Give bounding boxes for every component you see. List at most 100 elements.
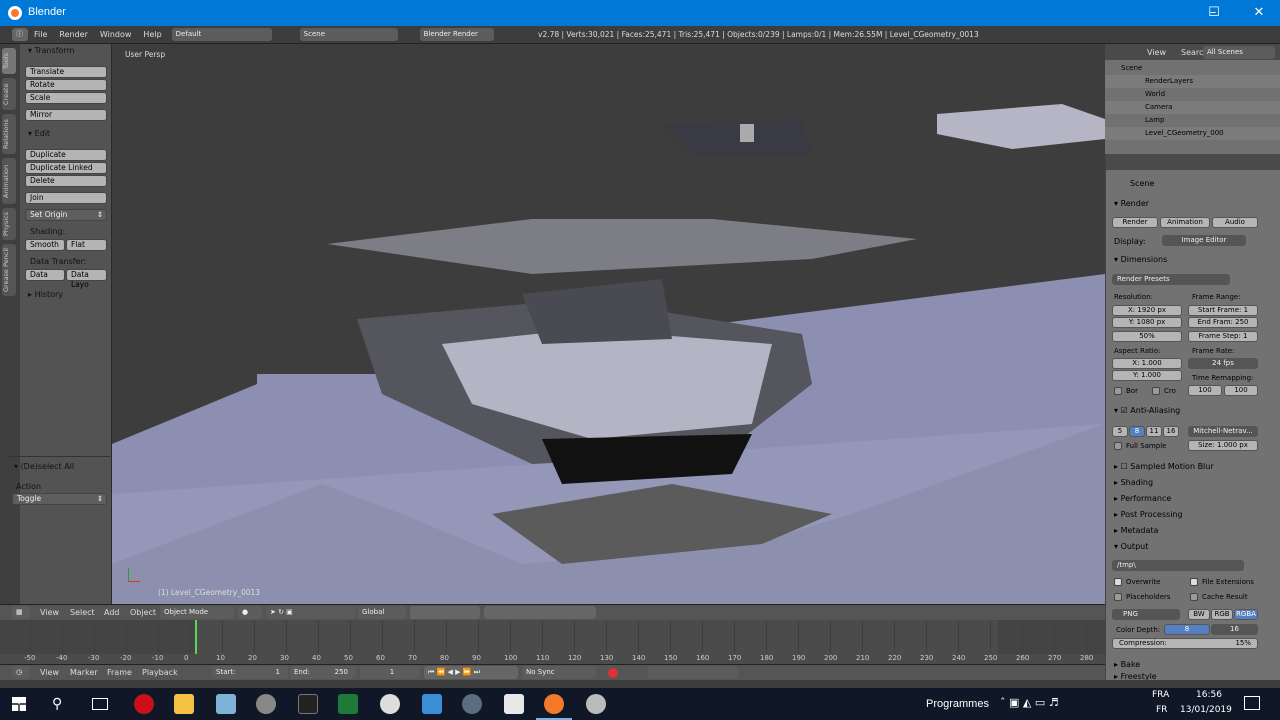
smooth-button[interactable]: Smooth [25,239,65,251]
performance-panel-header[interactable]: ▸ Performance [1114,494,1171,503]
scale-button[interactable]: Scale [25,92,107,104]
aa-sample-5[interactable]: 5 [1112,426,1128,437]
remap-new-field[interactable]: 100 [1224,385,1258,396]
tab-animation[interactable]: Animation [2,158,16,204]
operator-panel-header[interactable]: ▾ (De)select All [14,462,74,471]
aspect-x-field[interactable]: X: 1.000 [1112,358,1182,369]
menu-window[interactable]: Window [94,30,138,39]
output-panel-header[interactable]: ▾ Output [1114,542,1148,551]
render-presets-selector[interactable]: Render Presets [1112,274,1230,285]
metadata-panel-header[interactable]: ▸ Metadata [1114,526,1158,535]
outliner-item-level[interactable]: Level_CGeometry_000 [1105,127,1280,140]
search-icon[interactable]: ⚲ [52,696,62,712]
task-view-icon[interactable] [92,698,108,710]
tab-physics[interactable]: Physics [2,208,16,240]
menu-file[interactable]: File [28,30,53,39]
output-path-field[interactable]: /tmp\ [1112,560,1244,571]
document-icon[interactable] [504,694,524,714]
color-depth-16-button[interactable]: 16 [1211,624,1258,635]
aa-filter-selector[interactable]: Mitchell-Netrav... [1188,426,1258,437]
menu-help[interactable]: Help [137,30,167,39]
resolution-x-field[interactable]: X: 1920 px [1112,305,1182,316]
crop-checkbox[interactable] [1152,387,1160,395]
outliner-item-scene[interactable]: Scene [1105,62,1280,75]
app-icon[interactable] [256,694,276,714]
resolution-percentage-field[interactable]: 50% [1112,331,1182,342]
keying-set-field[interactable] [648,666,738,679]
color-depth-8-button[interactable]: 8 [1164,624,1210,635]
color-rgb-button[interactable]: RGB [1211,609,1233,620]
orientation-selector[interactable]: Global [358,606,406,619]
aa-sample-11[interactable]: 11 [1146,426,1162,437]
3d-viewport[interactable]: User Persp (1) Level_CGeometry_0013 [112,44,1105,604]
menu-add[interactable]: Add [104,608,120,617]
render-panel-header[interactable]: ▾ Render [1114,199,1149,208]
sync-selector[interactable]: No Sync [522,666,596,679]
properties-tabs[interactable] [1106,154,1280,170]
record-icon[interactable] [608,668,618,678]
layout-selector[interactable]: Default [171,28,272,41]
current-frame-marker[interactable] [195,620,197,654]
freestyle-panel-header[interactable]: ▸ Freestyle [1114,672,1157,680]
opera-icon[interactable] [134,694,154,714]
bake-panel-header[interactable]: ▸ Bake [1114,660,1140,669]
menu-marker[interactable]: Marker [70,668,98,677]
join-button[interactable]: Join [25,192,107,204]
display-filter-selector[interactable]: All Scenes [1203,46,1275,59]
placeholders-checkbox[interactable] [1114,593,1122,601]
aa-size-field[interactable]: Size: 1.000 px [1188,440,1258,451]
start-frame-field[interactable]: Start Frame: 1 [1188,305,1258,316]
edit-panel-header[interactable]: ▾ Edit [28,129,50,138]
tray-icons[interactable]: ˆ ▣ ◭ ▭ ♬ [1000,696,1059,709]
data-layout-button[interactable]: Data Layo [66,269,107,289]
file-format-selector[interactable]: PNG [1112,609,1180,620]
cache-result-checkbox[interactable] [1190,593,1198,601]
shading-panel-header[interactable]: ▸ Shading [1114,478,1153,487]
data-button[interactable]: Data [25,269,65,281]
anti-aliasing-panel-header[interactable]: ▾ ☑ Anti-Aliasing [1114,406,1180,415]
manipulator-toggles[interactable]: ➤ ↻ ▣ [266,606,356,619]
flat-button[interactable]: Flat [66,239,107,251]
transform-panel-header[interactable]: ▾ Transform [28,46,74,55]
compression-slider[interactable]: Compression: 15% [1112,638,1258,649]
snapping-buttons[interactable] [484,606,596,619]
history-panel-header[interactable]: ▸ History [28,290,63,299]
editor-type-icon[interactable]: ▦ [12,606,30,619]
motion-blur-panel-header[interactable]: ▸ ☐ Sampled Motion Blur [1114,462,1214,471]
mode-selector[interactable]: Object Mode [160,606,234,619]
excel-icon[interactable] [338,694,358,714]
programmes-toolbar[interactable]: Programmes [926,698,989,710]
close-button[interactable]: ✕ [1236,0,1280,26]
aa-sample-8[interactable]: 8 [1129,426,1145,437]
tab-create[interactable]: Create [2,78,16,110]
layer-buttons[interactable] [410,606,480,619]
render-engine-selector[interactable]: Blender Render [419,28,494,41]
menu-playback[interactable]: Playback [142,668,178,677]
aspect-y-field[interactable]: Y: 1.000 [1112,370,1182,381]
mirror-button[interactable]: Mirror [25,109,107,121]
menu-view[interactable]: View [40,608,59,617]
dimensions-panel-header[interactable]: ▾ Dimensions [1114,255,1167,264]
maximize-button[interactable]: ☐ [1192,0,1236,26]
app-icon[interactable] [586,694,606,714]
editor-type-icon[interactable]: ⓘ [12,28,28,41]
notifications-icon[interactable] [1244,696,1260,710]
duplicate-linked-button[interactable]: Duplicate Linked [25,162,107,174]
tab-relations[interactable]: Relations [2,114,16,154]
menu-render[interactable]: Render [53,30,93,39]
app-icon[interactable] [216,694,236,714]
frame-step-field[interactable]: Frame Step: 1 [1188,331,1258,342]
outliner-item-renderlayers[interactable]: RenderLayers [1105,75,1280,88]
start-icon[interactable] [12,697,26,711]
playback-controls[interactable]: ⏮ ⏪ ◀ ▶ ⏩ ⏭ [424,666,518,679]
set-origin-dropdown[interactable]: Set Origin ⇕ [25,209,107,221]
menu-select[interactable]: Select [70,608,95,617]
menu-view[interactable]: View [40,668,59,677]
delete-button[interactable]: Delete [25,175,107,187]
settings-icon[interactable] [462,694,482,714]
clock-time[interactable]: 16:56 [1196,690,1222,700]
render-button[interactable]: Render [1112,217,1158,228]
aa-sample-16[interactable]: 16 [1163,426,1179,437]
outliner-item-lamp[interactable]: Lamp [1105,114,1280,127]
end-frame-field[interactable]: End Fram: 250 [1188,317,1258,328]
